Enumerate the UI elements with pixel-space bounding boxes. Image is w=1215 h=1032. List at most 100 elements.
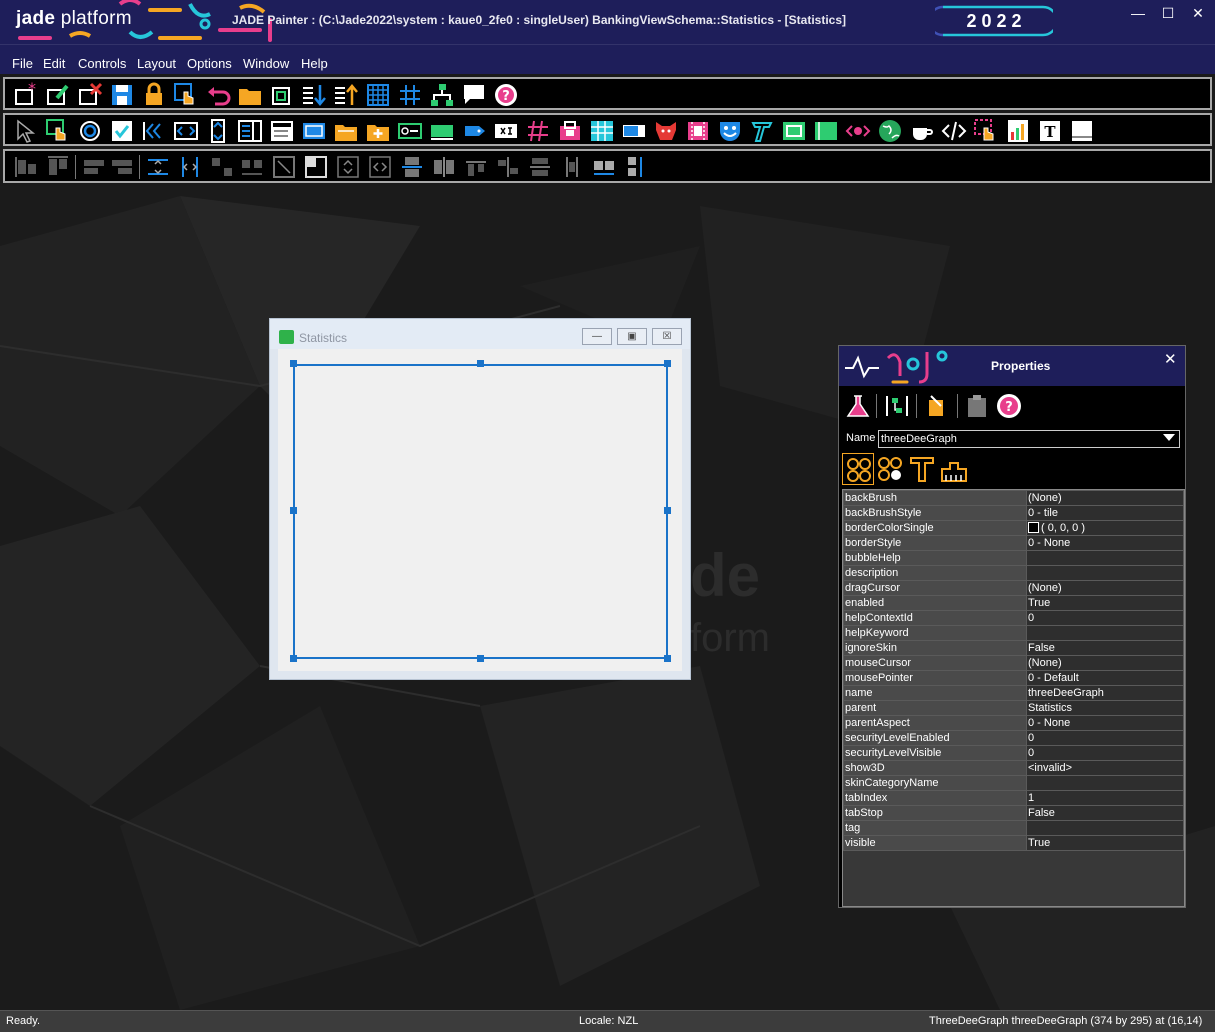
menu-help[interactable]: Help <box>301 56 328 71</box>
table-row[interactable]: visible True <box>843 835 1184 851</box>
resize-handle-r[interactable] <box>664 507 671 514</box>
menu-file[interactable]: File <box>12 56 33 71</box>
sheet-tool-icon[interactable] <box>365 118 391 144</box>
tab-all-properties[interactable] <box>842 453 874 485</box>
property-value[interactable]: threeDeeGraph <box>1026 685 1184 701</box>
hash-grid-icon[interactable] <box>397 82 423 108</box>
menu-edit[interactable]: Edit <box>43 56 65 71</box>
table-row[interactable]: description <box>843 565 1184 581</box>
textbox-tool-icon[interactable] <box>429 118 455 144</box>
table-row[interactable]: skinCategoryName <box>843 775 1184 791</box>
table-row[interactable]: tabStop False <box>843 805 1184 821</box>
jademask-tool-icon[interactable] <box>525 118 551 144</box>
table-tool-icon[interactable] <box>589 118 615 144</box>
size-to-grid-icon[interactable] <box>271 154 297 180</box>
tab-specific-properties[interactable] <box>874 453 906 485</box>
new-form-icon[interactable]: * <box>13 82 39 108</box>
table-row[interactable]: parentAspect 0 - None <box>843 715 1184 731</box>
properties-close-button[interactable]: ✕ <box>1164 350 1177 368</box>
table-row[interactable]: backBrushStyle 0 - tile <box>843 505 1184 521</box>
table-row[interactable]: name threeDeeGraph <box>843 685 1184 701</box>
property-value[interactable]: (None) <box>1026 490 1184 506</box>
table-row[interactable]: parent Statistics <box>843 700 1184 716</box>
statistics-form-window[interactable]: Statistics — ▣ ☒ <box>269 318 691 680</box>
resize-handle-br[interactable] <box>664 655 671 662</box>
graph-tool-icon[interactable] <box>1005 118 1031 144</box>
resize-handle-t[interactable] <box>477 360 484 367</box>
clipboard-icon[interactable] <box>963 392 991 420</box>
frame-tool-icon[interactable] <box>301 118 327 144</box>
property-value[interactable] <box>1026 820 1184 836</box>
picture-tool-icon[interactable] <box>781 118 807 144</box>
resize-handle-bl[interactable] <box>290 655 297 662</box>
distribute-h-icon[interactable] <box>431 154 457 180</box>
paint-bucket-icon[interactable] <box>923 392 951 420</box>
table-row[interactable]: dragCursor (None) <box>843 580 1184 596</box>
property-value[interactable] <box>1026 565 1184 581</box>
scrollbar-v-tool-icon[interactable] <box>205 118 231 144</box>
flask-icon[interactable] <box>844 392 872 420</box>
property-value[interactable] <box>1026 550 1184 566</box>
xmlcontrol-tool-icon[interactable] <box>845 118 871 144</box>
property-value[interactable] <box>1026 625 1184 641</box>
maximize-button[interactable]: ☐ <box>1158 4 1178 22</box>
table-row[interactable]: tabIndex 1 <box>843 790 1184 806</box>
table-row[interactable]: borderColorSingle ( 0, 0, 0 ) <box>843 520 1184 536</box>
statistics-title-bar[interactable]: Statistics — ▣ ☒ <box>270 319 690 349</box>
layout-frame-icon[interactable] <box>269 82 295 108</box>
threedeegraph-control[interactable] <box>293 364 668 659</box>
table-row[interactable]: ignoreSkin False <box>843 640 1184 656</box>
resize-handle-b[interactable] <box>477 655 484 662</box>
minimize-button[interactable]: — <box>1128 4 1148 22</box>
folder-tool-icon[interactable] <box>333 118 359 144</box>
center-icon[interactable] <box>335 154 361 180</box>
property-value[interactable]: 0 - Default <box>1026 670 1184 686</box>
splitter-tool-icon[interactable] <box>173 118 199 144</box>
property-value[interactable]: Statistics <box>1026 700 1184 716</box>
resize-handle-tl[interactable] <box>290 360 297 367</box>
child-minimize-button[interactable]: — <box>582 328 612 345</box>
property-value[interactable]: 0 - None <box>1026 715 1184 731</box>
property-value[interactable]: 0 <box>1026 745 1184 761</box>
align-top-icon[interactable] <box>45 154 71 180</box>
table-row[interactable]: securityLevelVisible 0 <box>843 745 1184 761</box>
progressbar-tool-icon[interactable] <box>621 118 647 144</box>
same-size-icon[interactable] <box>527 154 553 180</box>
menu-controls[interactable]: Controls <box>78 56 126 71</box>
lock-icon[interactable] <box>141 82 167 108</box>
child-close-button[interactable]: ☒ <box>652 328 682 345</box>
property-value[interactable]: 0 - None <box>1026 535 1184 551</box>
chevron-down-icon[interactable] <box>1163 434 1175 441</box>
save-icon[interactable] <box>109 82 135 108</box>
java-tool-icon[interactable] <box>909 118 935 144</box>
edit-form-icon[interactable] <box>45 82 71 108</box>
distribute-v-icon[interactable] <box>399 154 425 180</box>
property-value[interactable]: False <box>1026 805 1184 821</box>
property-value[interactable]: False <box>1026 640 1184 656</box>
button-tool-icon[interactable] <box>45 118 71 144</box>
close-button[interactable]: ✕ <box>1188 4 1208 22</box>
table-row[interactable]: helpContextId 0 <box>843 610 1184 626</box>
combobox-tool-icon[interactable] <box>237 118 263 144</box>
hotspot-tool-icon[interactable] <box>973 118 999 144</box>
table-row[interactable]: helpKeyword <box>843 625 1184 641</box>
tab-order-icon[interactable] <box>559 154 585 180</box>
properties-help-icon[interactable]: ? <box>995 392 1023 420</box>
checkbox-tool-icon[interactable] <box>109 118 135 144</box>
table-row[interactable]: borderStyle 0 - None <box>843 535 1184 551</box>
window-tool-icon[interactable] <box>1069 118 1095 144</box>
property-value[interactable]: (None) <box>1026 580 1184 596</box>
property-value[interactable]: True <box>1026 595 1184 611</box>
globe-tool-icon[interactable] <box>877 118 903 144</box>
space-vertical-icon[interactable] <box>145 154 171 180</box>
hierarchy-icon[interactable] <box>429 82 455 108</box>
help-icon[interactable]: ? <box>493 82 519 108</box>
sort-down-icon[interactable] <box>301 82 327 108</box>
stack-icon[interactable] <box>621 154 647 180</box>
property-value[interactable]: 0 <box>1026 730 1184 746</box>
table-row[interactable]: mousePointer 0 - Default <box>843 670 1184 686</box>
property-value[interactable] <box>1026 775 1184 791</box>
property-value[interactable]: 0 <box>1026 610 1184 626</box>
tree-view-icon[interactable] <box>883 392 911 420</box>
sort-up-icon[interactable] <box>333 82 359 108</box>
